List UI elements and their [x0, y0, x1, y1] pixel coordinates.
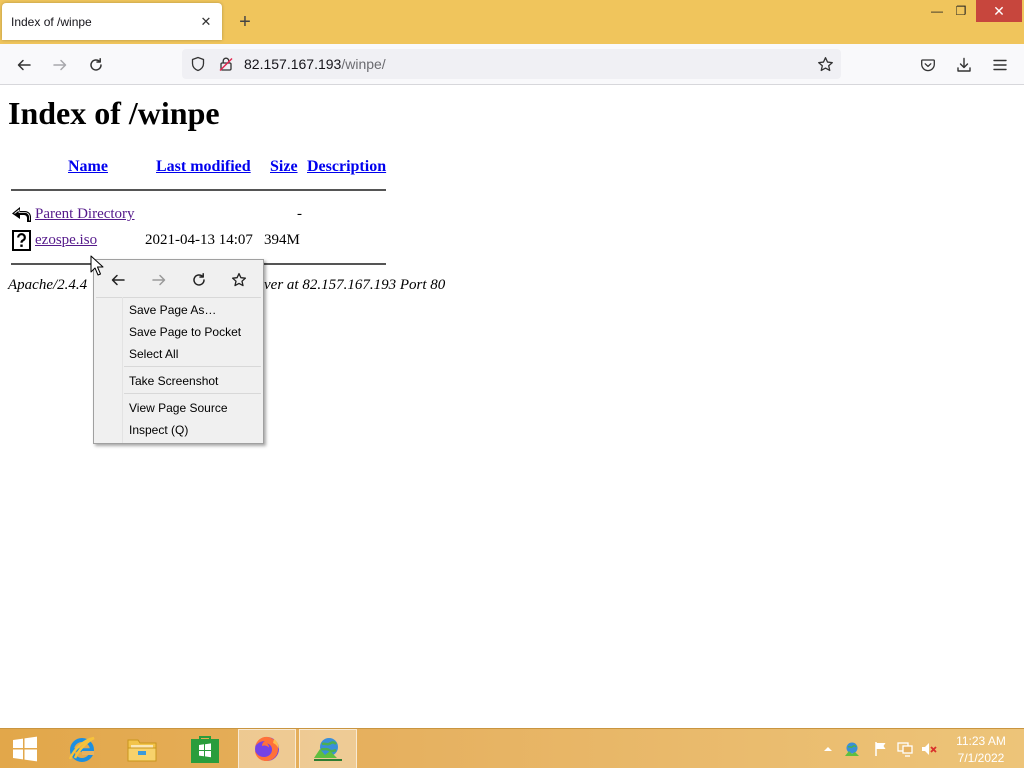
menu-icon[interactable] [985, 50, 1015, 80]
parent-directory-size: - [297, 206, 302, 222]
action-center-flag-icon[interactable] [873, 741, 889, 757]
file-explorer-icon[interactable] [113, 729, 171, 768]
context-item-save-to-pocket[interactable]: Save Page to Pocket [129, 325, 241, 339]
start-windows-icon[interactable] [0, 729, 50, 768]
globe-network-icon [314, 738, 342, 761]
file-size: 394M [264, 232, 300, 248]
context-item-select-all[interactable]: Select All [129, 347, 178, 361]
store-icon[interactable] [176, 729, 234, 768]
volume-muted-icon[interactable] [921, 741, 937, 757]
tab-title: Index of /winpe [11, 14, 92, 29]
show-hidden-icons-icon[interactable] [820, 741, 836, 757]
monitor-tray-icon[interactable] [897, 741, 913, 757]
context-item-take-screenshot[interactable]: Take Screenshot [129, 374, 218, 388]
back-icon[interactable] [9, 50, 39, 80]
browser-tab[interactable]: Index of /winpe ✕ [2, 3, 222, 40]
server-signature-left: Apache/2.4.4 [8, 277, 88, 293]
firefox-taskbar-button[interactable] [238, 729, 296, 768]
column-header-last-modified[interactable]: Last modified [156, 158, 251, 176]
context-reload-icon[interactable] [186, 267, 212, 293]
maximize-button[interactable]: ❐ [946, 0, 976, 22]
address-bar[interactable]: 82.157.167.193/winpe/ [182, 49, 841, 79]
parent-directory-link[interactable]: Parent Directory [35, 206, 135, 223]
tab-close-icon[interactable]: ✕ [193, 9, 219, 35]
url-host: 82.157.167.193 [244, 56, 342, 72]
context-menu-separator [124, 366, 261, 367]
context-menu-gutter [122, 297, 123, 443]
file-last-modified: 2021-04-13 14:07 [145, 232, 253, 248]
title-bar: Index of /winpe ✕ + — ❐ ✕ [0, 0, 1024, 44]
context-menu-separator [124, 393, 261, 394]
clock-date: 7/1/2022 [957, 751, 1005, 765]
url-text[interactable]: 82.157.167.193/winpe/ [244, 56, 386, 72]
downloads-icon[interactable] [949, 50, 979, 80]
reload-icon[interactable] [81, 50, 111, 80]
network-tray-icon[interactable] [844, 741, 860, 757]
bookmark-star-icon[interactable] [815, 54, 835, 74]
context-item-view-page-source[interactable]: View Page Source [129, 401, 228, 415]
page-title: Index of /winpe [8, 95, 220, 131]
column-header-description[interactable]: Description [307, 158, 386, 176]
internet-explorer-icon[interactable] [53, 729, 111, 768]
server-signature-right: ver at 82.157.167.193 Port 80 [264, 277, 446, 293]
column-header-size[interactable]: Size [270, 158, 298, 176]
network-app-taskbar-button[interactable] [299, 729, 357, 768]
context-bookmark-icon[interactable] [226, 267, 252, 293]
column-header-name[interactable]: Name [68, 158, 108, 176]
context-menu: Save Page As… Save Page to Pocket Select… [93, 259, 264, 444]
context-forward-icon[interactable] [146, 267, 172, 293]
url-path: /winpe/ [341, 56, 386, 72]
firefox-icon [255, 736, 279, 761]
insecure-lock-icon[interactable] [216, 54, 236, 74]
new-tab-icon[interactable]: + [232, 9, 258, 35]
context-back-icon[interactable] [105, 267, 131, 293]
system-clock[interactable]: 11:23 AM 7/1/2022 [950, 733, 1012, 767]
forward-icon[interactable] [45, 50, 75, 80]
file-link-ezospe-iso[interactable]: ezospe.iso [35, 232, 97, 249]
taskbar: 11:23 AM 7/1/2022 [0, 728, 1024, 768]
navigation-toolbar: 82.157.167.193/winpe/ [0, 44, 1024, 85]
shield-icon[interactable] [188, 54, 208, 74]
close-window-button[interactable]: ✕ [976, 0, 1022, 22]
context-item-inspect[interactable]: Inspect (Q) [129, 423, 188, 437]
clock-time: 11:23 AM [956, 734, 1006, 748]
context-menu-separator [96, 297, 261, 298]
pocket-icon[interactable] [913, 50, 943, 80]
mouse-cursor-icon [90, 255, 104, 277]
context-item-save-page-as[interactable]: Save Page As… [129, 303, 216, 317]
back-icon [11, 204, 32, 225]
unknown-file-icon [11, 230, 32, 251]
header-divider [11, 189, 386, 191]
